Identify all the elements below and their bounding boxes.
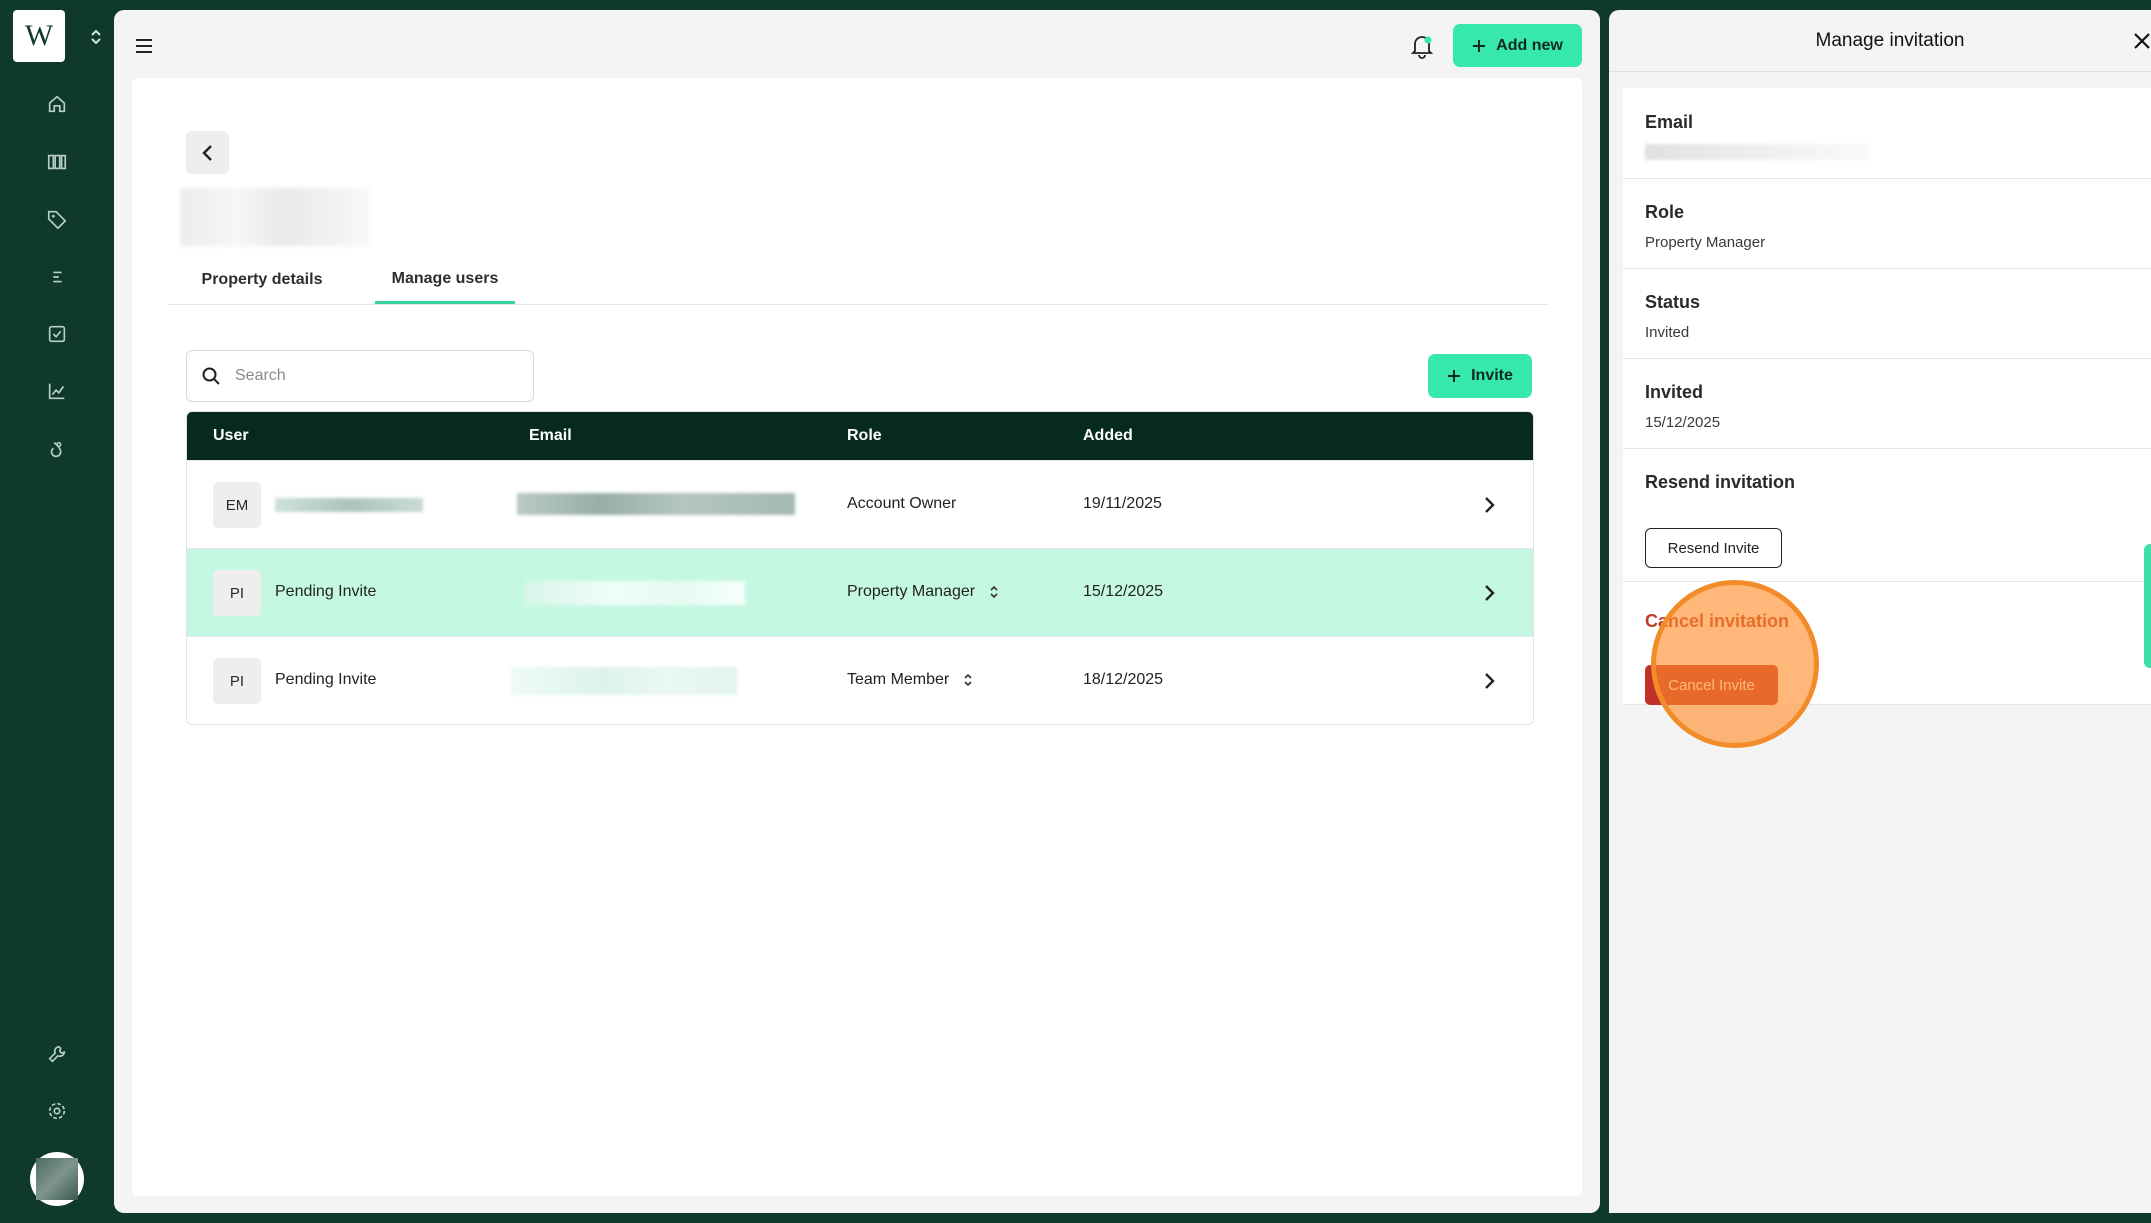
buildings-icon[interactable] — [43, 148, 71, 176]
table-row[interactable]: PI Pending Invite Property Manager 15/12… — [187, 548, 1533, 636]
main-window: Add new Property details Manage users In… — [114, 10, 1600, 1213]
invited-section: Invited 15/12/2025 — [1623, 358, 2151, 449]
add-new-button[interactable]: Add new — [1453, 24, 1582, 67]
workspace-logo[interactable]: W — [13, 10, 65, 62]
gear-icon[interactable] — [43, 1097, 71, 1125]
cancel-invite-button[interactable]: Cancel Invite — [1645, 665, 1778, 705]
user-name-redacted — [275, 498, 423, 512]
logo-letter: W — [24, 19, 54, 52]
menu-icon[interactable] — [132, 34, 156, 58]
resend-invite-button[interactable]: Resend Invite — [1645, 528, 1782, 568]
tab-bar: Property details Manage users — [168, 256, 1548, 305]
table-header: User Email Role Added — [187, 412, 1533, 460]
back-button[interactable] — [186, 131, 229, 174]
resend-section: Resend invitation Resend Invite — [1623, 448, 2151, 582]
invite-label: Invite — [1471, 367, 1513, 384]
table-row[interactable]: EM Account Owner 19/11/2025 — [187, 460, 1533, 548]
column-header-added: Added — [1083, 427, 1133, 444]
cancel-invitation-label: Cancel invitation — [1645, 611, 1790, 631]
status-label: Status — [1645, 292, 1701, 312]
drop-icon[interactable] — [43, 435, 71, 463]
user-initials-avatar: EM — [213, 482, 261, 528]
status-value: Invited — [1645, 324, 1690, 341]
email-redacted — [511, 667, 737, 695]
workspace-switcher-icon[interactable] — [86, 24, 106, 50]
nav-rail: W — [0, 0, 114, 1223]
home-icon[interactable] — [43, 90, 71, 118]
user-name: Pending Invite — [275, 583, 377, 600]
table-row[interactable]: PI Pending Invite Team Member 18/12/2025 — [187, 636, 1533, 724]
users-table: User Email Role Added EM Account Owner 1… — [186, 411, 1534, 725]
role-section: Role Property Manager — [1623, 178, 2151, 269]
role-label: Account Owner — [847, 495, 957, 512]
email-redacted — [517, 493, 795, 515]
invited-date: 15/12/2025 — [1645, 414, 1721, 431]
invitation-details-panel: Email Role Property Manager Status Invit… — [1623, 88, 2151, 705]
drawer-scroll-handle[interactable] — [2144, 544, 2151, 668]
checkbox-icon[interactable] — [43, 320, 71, 348]
chevron-updown-icon — [990, 585, 998, 599]
chart-icon[interactable] — [43, 377, 71, 405]
role-cell: Account Owner — [847, 495, 956, 513]
role-value: Property Manager — [1645, 234, 1766, 251]
search-box[interactable] — [186, 350, 534, 402]
chevron-right-icon[interactable] — [1475, 491, 1503, 519]
content-card: Property details Manage users Invite Use… — [132, 78, 1582, 1196]
close-icon[interactable] — [2129, 28, 2151, 54]
list-icon[interactable] — [43, 263, 71, 291]
email-section: Email — [1623, 88, 2151, 179]
user-initials-avatar: PI — [213, 658, 261, 704]
chevron-left-icon — [201, 144, 212, 161]
added-date: 18/12/2025 — [1083, 671, 1164, 688]
added-date: 15/12/2025 — [1083, 583, 1164, 600]
tab-property-details[interactable]: Property details — [168, 256, 356, 303]
status-section: Status Invited — [1623, 268, 2151, 359]
tab-manage-users[interactable]: Manage users — [375, 256, 515, 304]
property-name-redacted — [180, 188, 370, 246]
column-header-role: Role — [847, 427, 882, 444]
added-date: 19/11/2025 — [1083, 495, 1162, 512]
invited-label: Invited — [1645, 382, 1704, 402]
role-label: Role — [1645, 202, 1685, 222]
chevron-right-icon[interactable] — [1475, 667, 1503, 695]
plus-icon — [1448, 370, 1461, 382]
email-label: Email — [1645, 112, 1694, 132]
tag-icon[interactable] — [43, 205, 71, 233]
user-name: Pending Invite — [275, 671, 377, 688]
email-redacted — [525, 581, 745, 605]
cancel-section: Cancel invitation Cancel Invite — [1623, 581, 2151, 705]
user-avatar[interactable] — [30, 1152, 84, 1206]
chevron-updown-icon — [964, 673, 972, 687]
manage-invitation-drawer: Manage invitation Email Role Property Ma… — [1609, 10, 2151, 1213]
notification-bell-icon[interactable] — [1406, 30, 1438, 62]
drawer-title: Manage invitation — [1609, 10, 2151, 72]
email-value-redacted — [1645, 144, 1869, 160]
avatar-image — [36, 1158, 78, 1200]
column-header-email: Email — [529, 427, 572, 444]
chevron-right-icon[interactable] — [1475, 579, 1503, 607]
role-label: Property Manager — [847, 583, 976, 600]
wrench-icon[interactable] — [43, 1040, 71, 1068]
search-icon — [202, 367, 220, 385]
add-new-label: Add new — [1496, 36, 1563, 54]
role-select[interactable]: Property Manager — [847, 583, 999, 601]
role-select[interactable]: Team Member — [847, 671, 973, 689]
role-label: Team Member — [847, 671, 950, 688]
plus-icon — [1473, 39, 1486, 52]
column-header-user: User — [213, 427, 249, 444]
user-initials-avatar: PI — [213, 570, 261, 616]
search-input[interactable] — [233, 366, 517, 386]
resend-invitation-label: Resend invitation — [1645, 472, 1796, 492]
invite-button[interactable]: Invite — [1428, 354, 1532, 398]
